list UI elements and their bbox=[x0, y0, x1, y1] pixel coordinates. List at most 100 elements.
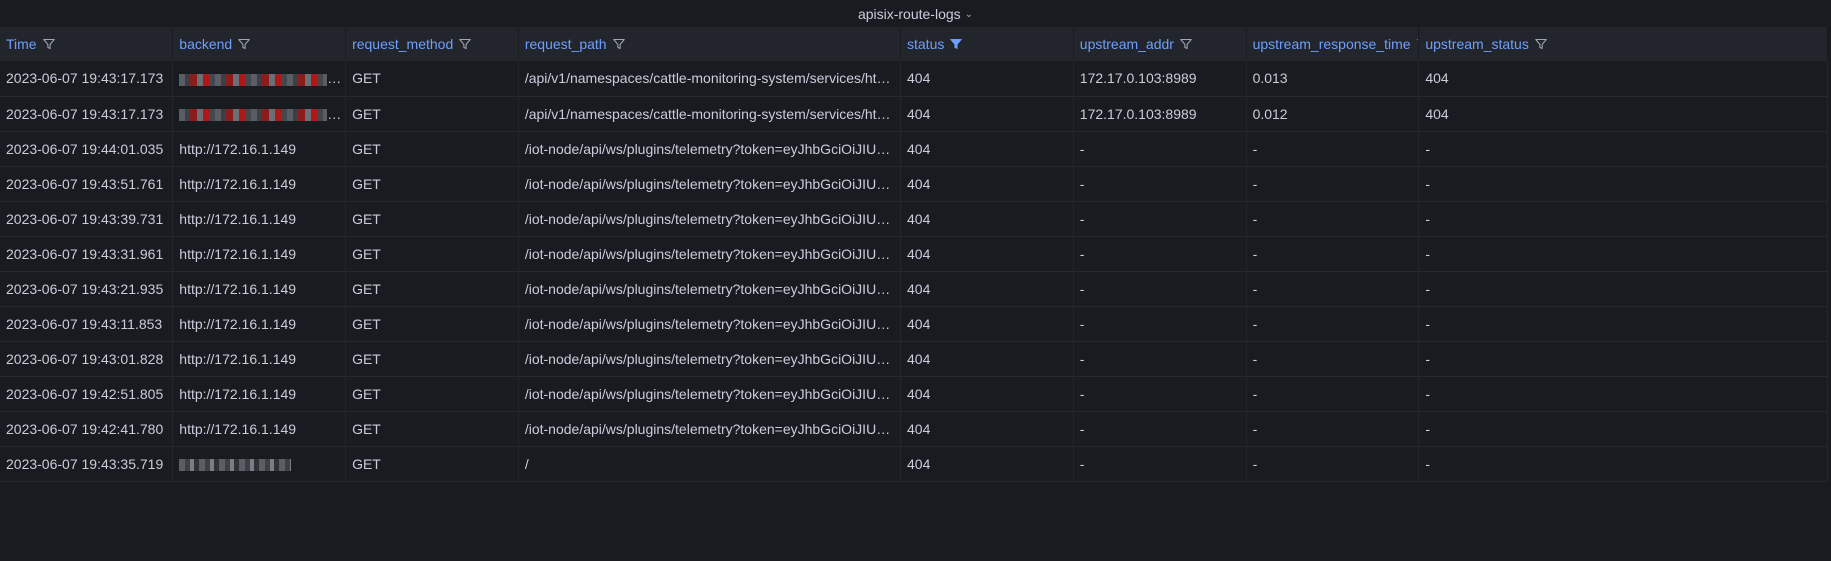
column-header-4[interactable]: status bbox=[900, 27, 1074, 61]
cell-path: /api/v1/namespaces/cattle-monitoring-sys… bbox=[518, 96, 902, 131]
cell-time: 2023-06-07 19:43:51.761 bbox=[0, 166, 174, 201]
table-row[interactable]: 2023-06-07 19:43:17.173 … GET/api/v1/names… bbox=[0, 96, 1828, 131]
column-header-3[interactable]: request_path bbox=[518, 27, 902, 61]
cell-value: 2023-06-07 19:43:39.731 bbox=[6, 210, 164, 227]
table-row[interactable]: 2023-06-07 19:42:41.780 http://172.16.1.1… bbox=[0, 411, 1828, 446]
cell-value: - bbox=[1079, 315, 1085, 332]
cell-upstream-addr: - bbox=[1073, 446, 1247, 481]
cell-value: 404 bbox=[907, 210, 931, 227]
column-header-6[interactable]: upstream_response_time bbox=[1246, 27, 1420, 61]
cell-value: 404 bbox=[907, 280, 931, 297]
cell-value: - bbox=[1252, 245, 1258, 262]
cell-upstream-status: - bbox=[1418, 341, 1828, 376]
column-sort-toggle[interactable]: upstream_status bbox=[1425, 36, 1547, 52]
cell-value: 2023-06-07 19:42:41.780 bbox=[6, 420, 164, 437]
column-sort-toggle[interactable]: status bbox=[907, 36, 963, 52]
request-path-text: /iot-node/api/ws/plugins/telemetry?token… bbox=[524, 315, 901, 332]
logs-table: Time backend request_method request_path sta… bbox=[0, 27, 1828, 482]
cell-value: http://172.16.1.149 bbox=[179, 140, 297, 157]
logs-panel: apisix-route-logs ⌄ Time backend request_m… bbox=[0, 0, 1831, 561]
cell-value: http://172.16.1.149 bbox=[179, 350, 297, 367]
cell-upstream-addr: - bbox=[1073, 341, 1247, 376]
table-row[interactable]: 2023-06-07 19:43:39.731 http://172.16.1.1… bbox=[0, 201, 1828, 236]
column-header-5[interactable]: upstream_addr bbox=[1073, 27, 1247, 61]
cell-backend: http://172.16.1.149 bbox=[172, 271, 347, 306]
column-sort-toggle[interactable]: backend bbox=[179, 36, 250, 52]
column-sort-toggle[interactable]: Time bbox=[6, 36, 55, 52]
cell-value: 404 bbox=[907, 245, 931, 262]
cell-path: /iot-node/api/ws/plugins/telemetry?token… bbox=[518, 166, 902, 201]
cell-upstream-status: - bbox=[1418, 131, 1828, 166]
cell-value: - bbox=[1425, 385, 1431, 402]
cell-value: 2023-06-07 19:43:11.853 bbox=[6, 315, 163, 332]
request-path-text: /api/v1/namespaces/cattle-monitoring-sys… bbox=[524, 70, 893, 87]
redacted-backend bbox=[179, 73, 328, 86]
column-sort-toggle[interactable]: request_path bbox=[525, 36, 625, 52]
column-sort-toggle[interactable]: upstream_response_time bbox=[1253, 36, 1418, 52]
filter-icon[interactable] bbox=[1180, 38, 1192, 50]
cell-value: 404 bbox=[907, 385, 931, 402]
filter-icon[interactable] bbox=[459, 38, 472, 50]
cell-method: GET bbox=[345, 446, 519, 481]
cell-upstream-response-time: - bbox=[1246, 131, 1420, 166]
cell-upstream-status: - bbox=[1418, 376, 1828, 411]
cell-status: 404 bbox=[900, 376, 1074, 411]
cell-value: 404 bbox=[907, 175, 931, 192]
cell-value: 2023-06-07 19:43:17.173 bbox=[6, 105, 164, 122]
cell-upstream-response-time: 0.013 bbox=[1246, 61, 1420, 96]
cell-upstream-addr: - bbox=[1073, 236, 1247, 271]
cell-method: GET bbox=[345, 96, 519, 131]
column-sort-toggle[interactable]: upstream_addr bbox=[1080, 36, 1192, 52]
request-path-text: /iot-node/api/ws/plugins/telemetry?token… bbox=[524, 385, 901, 402]
table-row[interactable]: 2023-06-07 19:43:11.853 http://172.16.1.1… bbox=[0, 306, 1828, 341]
cell-value: - bbox=[1425, 350, 1431, 367]
cell-method: GET bbox=[345, 306, 519, 341]
filter-icon[interactable] bbox=[238, 38, 250, 50]
filter-icon[interactable] bbox=[950, 38, 963, 50]
table-row[interactable]: 2023-06-07 19:43:51.761 http://172.16.1.1… bbox=[0, 166, 1828, 201]
filter-icon[interactable] bbox=[1535, 38, 1547, 50]
filter-icon[interactable] bbox=[42, 38, 55, 50]
cell-upstream-response-time: - bbox=[1246, 306, 1420, 341]
cell-value: 2023-06-07 19:43:31.961 bbox=[6, 245, 164, 262]
column-header-0[interactable]: Time bbox=[0, 27, 174, 61]
cell-status: 404 bbox=[900, 411, 1074, 446]
column-header-7[interactable]: upstream_status bbox=[1418, 27, 1828, 61]
panel-title-menu[interactable]: apisix-route-logs ⌄ bbox=[858, 6, 973, 22]
request-path-text: /iot-node/api/ws/plugins/telemetry?token… bbox=[524, 350, 901, 367]
cell-value: - bbox=[1252, 455, 1258, 472]
cell-value: - bbox=[1079, 455, 1085, 472]
cell-value: 404 bbox=[907, 105, 931, 122]
cell-status: 404 bbox=[900, 61, 1074, 96]
cell-upstream-response-time: - bbox=[1246, 236, 1420, 271]
cell-value: 172.17.0.103:8989 bbox=[1079, 70, 1197, 87]
column-header-label: status bbox=[907, 36, 945, 52]
column-sort-toggle[interactable]: request_method bbox=[352, 36, 472, 52]
cell-backend: http://172.16.1.149 bbox=[172, 376, 347, 411]
table-row[interactable]: 2023-06-07 19:43:21.935 http://172.16.1.1… bbox=[0, 271, 1828, 306]
column-header-2[interactable]: request_method bbox=[345, 27, 519, 61]
panel-header: apisix-route-logs ⌄ bbox=[0, 0, 1831, 27]
table-row[interactable]: 2023-06-07 19:43:17.173 … GET/api/v1/names… bbox=[0, 61, 1828, 96]
table-row[interactable]: 2023-06-07 19:42:51.805 http://172.16.1.1… bbox=[0, 376, 1828, 411]
cell-path: /iot-node/api/ws/plugins/telemetry?token… bbox=[518, 411, 902, 446]
cell-time: 2023-06-07 19:43:21.935 bbox=[0, 271, 174, 306]
cell-value: - bbox=[1079, 385, 1085, 402]
table-row[interactable]: 2023-06-07 19:44:01.035 http://172.16.1.1… bbox=[0, 131, 1828, 166]
cell-value: http://172.16.1.149 bbox=[179, 420, 297, 437]
cell-value: - bbox=[1425, 455, 1431, 472]
cell-backend: http://172.16.1.149 bbox=[172, 306, 347, 341]
cell-upstream-response-time: - bbox=[1246, 376, 1420, 411]
request-path-text: /iot-node/api/ws/plugins/telemetry?token… bbox=[524, 210, 901, 227]
cell-value: - bbox=[1252, 140, 1258, 157]
filter-icon[interactable] bbox=[612, 38, 625, 50]
cell-upstream-response-time: 0.012 bbox=[1246, 96, 1420, 131]
cell-value: 2023-06-07 19:43:21.935 bbox=[6, 280, 164, 297]
table-row[interactable]: 2023-06-07 19:43:01.828 http://172.16.1.1… bbox=[0, 341, 1828, 376]
table-row[interactable]: 2023-06-07 19:43:35.719 GET / 404 - - - bbox=[0, 446, 1828, 481]
column-header-1[interactable]: backend bbox=[172, 27, 347, 61]
cell-upstream-response-time: - bbox=[1246, 446, 1420, 481]
cell-value: GET bbox=[352, 175, 381, 192]
cell-value: - bbox=[1252, 385, 1258, 402]
table-row[interactable]: 2023-06-07 19:43:31.961 http://172.16.1.1… bbox=[0, 236, 1828, 271]
